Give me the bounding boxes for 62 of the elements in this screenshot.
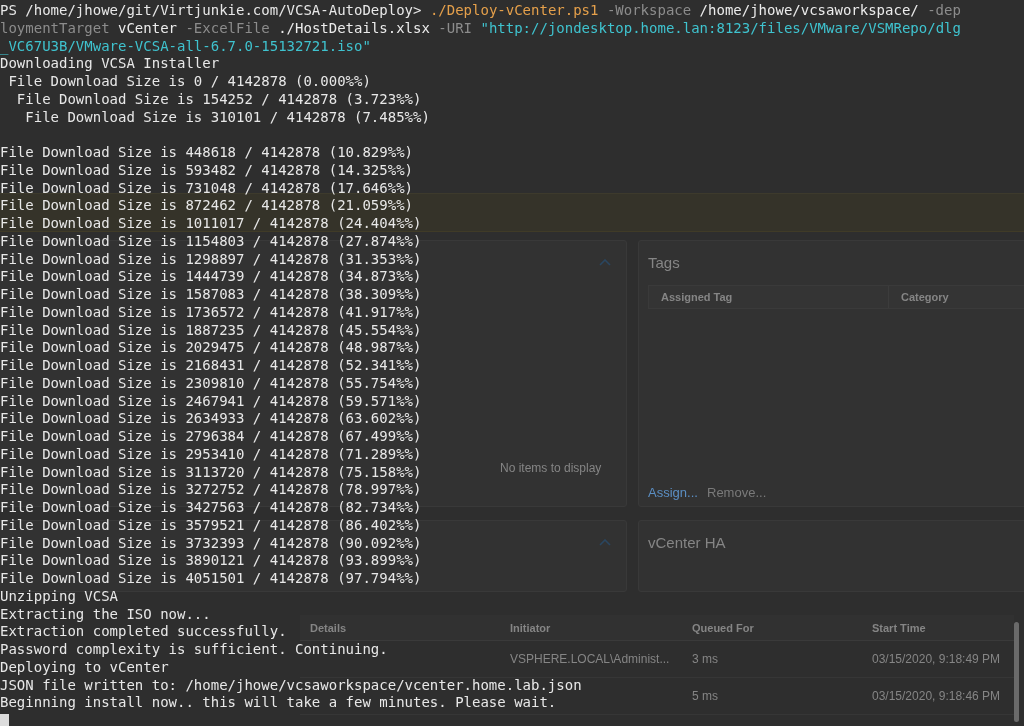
table-cell-text: 5 ms xyxy=(691,689,719,703)
output-line: Beginning install now.. this will take a few minutes. Please wait. xyxy=(0,694,557,712)
output-line: File Download Size is 593482 / 4142878 (14.325%%) xyxy=(0,161,413,180)
output-line: File Download Size is 3732393 / 4142878 (90.092%%) xyxy=(0,534,422,553)
command-parameter: -dep xyxy=(926,2,961,20)
table-cell-text: 03/15/2020, 9:18:49 PM xyxy=(871,652,1002,666)
url-string: "http://jondesktop.home.lan:8123/files/VMware/VSMRepo/dlg xyxy=(479,19,961,38)
empty-message: No items to display xyxy=(500,461,602,475)
output-line: File Download Size is 2168431 / 4142878 (52.341%%) xyxy=(0,357,422,375)
output-line: File Download Size is 2029475 / 4142878 (48.987%%) xyxy=(0,339,422,357)
output-line: File Download Size is 3272752 / 4142878 (78.997%%) xyxy=(0,481,422,499)
output-line: File Download Size is 0 / 4142878 (0.000%%) xyxy=(7,73,371,91)
command-parameter: loymentTarget xyxy=(0,19,110,38)
output-line: File Download Size is 1887235 / 4142878 (45.554%%) xyxy=(0,321,422,340)
output-line: JSON file written to: /home/jhowe/vcsaworkspace/vcenter.home.lab.json xyxy=(0,676,582,695)
output-line: File Download Size is 1587083 / 4142878 (38.309%%) xyxy=(0,286,422,304)
command-parameter: -Workspace xyxy=(605,2,692,20)
output-line: File Download Size is 310101 / 4142878 (7.485%%) xyxy=(24,108,430,127)
output-line: File Download Size is 3113720 / 4142878 (75.158%%) xyxy=(0,463,422,482)
output-line: Password complexity is sufficient. Continuing. xyxy=(0,641,388,659)
output-line: File Download Size is 1011017 / 4142878 (24.404%%) xyxy=(0,215,422,233)
output-line: Deploying to vCenter xyxy=(0,658,169,677)
parameter-value: /home/jhowe/vcsaworkspace/ xyxy=(698,2,919,20)
parameter-value: vCenter xyxy=(117,19,177,38)
output-line: File Download Size is 1736572 / 4142878 (41.917%%) xyxy=(0,303,422,322)
shell-prompt: PS /home/jhowe/git/Virtjunkie.com/VCSA-AutoDeploy> xyxy=(0,2,423,20)
output-line: File Download Size is 2634933 / 4142878 (63.602%%) xyxy=(0,410,422,428)
output-line: Extraction completed successfully. xyxy=(0,623,287,641)
output-line: File Download Size is 872462 / 4142878 (21.059%%) xyxy=(0,197,413,215)
command-parameter: -ExcelFile xyxy=(184,19,270,38)
url-string: _VC67U3B/VMware-VCSA-all-6.7.0-15132721.iso" xyxy=(0,37,371,56)
chevron-up-icon[interactable] xyxy=(599,259,611,266)
parameter-value: ./HostDetails.xlsx xyxy=(277,19,430,38)
script-name: ./Deploy-vCenter.ps1 xyxy=(429,2,599,20)
output-line: File Download Size is 3890121 / 4142878 (93.899%%) xyxy=(0,552,422,570)
output-line: File Download Size is 3579521 / 4142878 (86.402%%) xyxy=(0,516,422,535)
output-line: Unzipping VCSA xyxy=(0,587,118,606)
table-cell-text: VSPHERE.LOCAL\Administ... xyxy=(509,652,671,666)
panel-title: vCenter HA xyxy=(648,534,726,551)
output-line: File Download Size is 2467941 / 4142878 (59.571%%) xyxy=(0,392,422,411)
output-line: File Download Size is 2796384 / 4142878 (67.499%%) xyxy=(0,428,422,446)
output-line: Extracting the ISO now... xyxy=(0,605,211,624)
text-cursor xyxy=(0,714,9,726)
output-line: File Download Size is 154252 / 4142878 (3.723%%) xyxy=(15,90,422,109)
output-line: File Download Size is 1298897 / 4142878 (31.353%%) xyxy=(0,250,422,269)
output-line: File Download Size is 731048 / 4142878 (17.646%%) xyxy=(0,179,413,198)
assign-link[interactable]: Assign... xyxy=(648,485,698,500)
output-line: File Download Size is 1154803 / 4142878 (27.874%%) xyxy=(0,232,422,251)
chevron-up-icon[interactable] xyxy=(599,539,611,546)
output-line: File Download Size is 2953410 / 4142878 (71.289%%) xyxy=(0,445,422,464)
output-line: File Download Size is 448618 / 4142878 (10.829%%) xyxy=(0,144,413,162)
output-line: File Download Size is 4051501 / 4142878 (97.794%%) xyxy=(0,570,422,588)
table-header: Assigned Tag Category xyxy=(648,285,1024,309)
table-cell-text: 03/15/2020, 9:18:46 PM xyxy=(871,689,1002,703)
output-line: File Download Size is 3427563 / 4142878 (82.734%%) xyxy=(0,499,422,517)
scrollbar[interactable] xyxy=(1014,622,1019,722)
output-line: File Download Size is 2309810 / 4142878 (55.754%%) xyxy=(0,374,422,393)
command-parameter: -URI xyxy=(437,19,473,38)
table-cell-text: 3 ms xyxy=(691,652,719,666)
output-line: Downloading VCSA Installer xyxy=(0,55,220,73)
panel-title: Tags xyxy=(648,254,680,271)
output-line: File Download Size is 1444739 / 4142878 (34.873%%) xyxy=(0,268,422,286)
